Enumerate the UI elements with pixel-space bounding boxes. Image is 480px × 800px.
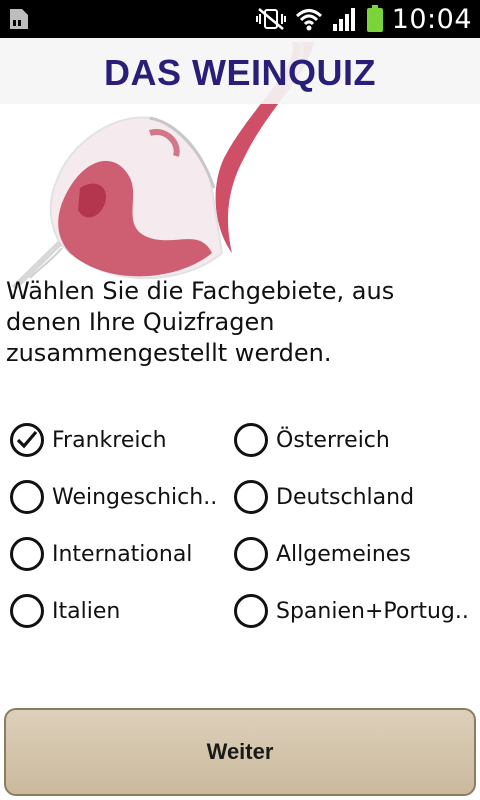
radio-unchecked-icon[interactable]: [10, 594, 44, 628]
option-oesterreich[interactable]: Österreich: [234, 418, 390, 462]
option-label: Österreich: [276, 427, 390, 453]
option-weingeschichte[interactable]: Weingeschich..: [10, 475, 217, 519]
instruction-text: Wählen Sie die Fachgebiete, aus denen Ih…: [6, 277, 395, 367]
option-deutschland[interactable]: Deutschland: [234, 475, 414, 519]
option-label: International: [52, 541, 193, 567]
option-frankreich[interactable]: Frankreich: [10, 418, 167, 462]
title-bar: DAS WEINQUIZ: [0, 38, 480, 104]
wifi-icon: [295, 9, 322, 31]
option-label: Italien: [52, 598, 121, 624]
weiter-button[interactable]: Weiter: [4, 708, 476, 796]
radio-unchecked-icon[interactable]: [234, 537, 268, 571]
status-bar: 10:04: [0, 0, 480, 38]
option-label: Spanien+Portug..: [276, 598, 469, 624]
page-title: DAS WEINQUIZ: [104, 52, 376, 93]
radio-unchecked-icon[interactable]: [10, 480, 44, 514]
radio-unchecked-icon[interactable]: [234, 423, 268, 457]
option-allgemeines[interactable]: Allgemeines: [234, 532, 411, 576]
option-label: Deutschland: [276, 484, 415, 510]
option-international[interactable]: International: [10, 532, 192, 576]
option-spanien-portugal[interactable]: Spanien+Portug..: [234, 589, 469, 633]
radio-unchecked-icon[interactable]: [234, 480, 268, 514]
battery-icon: [366, 5, 383, 32]
option-label: Frankreich: [52, 427, 167, 453]
option-label: Allgemeines: [276, 541, 411, 567]
option-label: Weingeschich..: [52, 484, 218, 510]
radio-unchecked-icon[interactable]: [234, 594, 268, 628]
option-italien[interactable]: Italien: [10, 589, 120, 633]
radio-checked-icon[interactable]: [10, 423, 44, 457]
mute-vibrate-icon: [255, 8, 286, 30]
signal-icon: [332, 8, 355, 31]
clock: 10:04: [391, 3, 472, 35]
radio-unchecked-icon[interactable]: [10, 537, 44, 571]
sd-card-icon: [10, 9, 28, 29]
status-icons: 10:04: [255, 0, 472, 38]
